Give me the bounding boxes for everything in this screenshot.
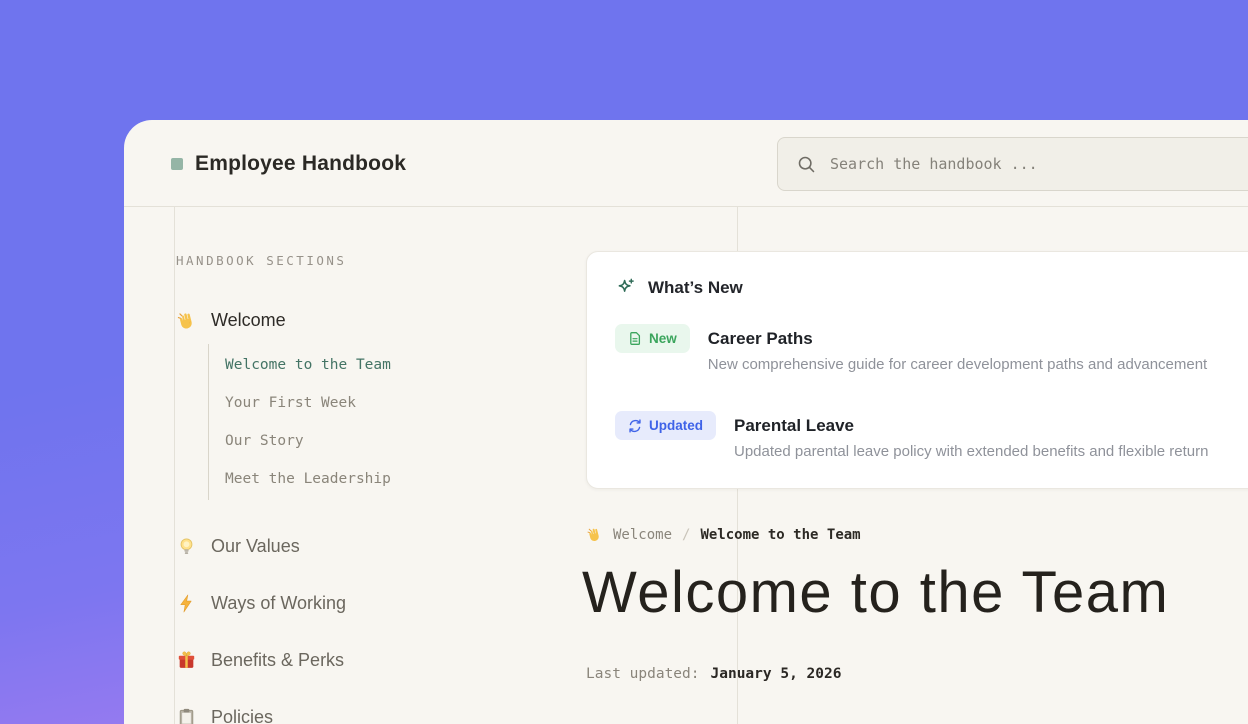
content-area: HANDBOOK SECTIONS Welcome Welcome to the… — [124, 207, 1248, 724]
clipboard-emoji-icon — [176, 707, 197, 724]
page-title: Welcome to the Team — [582, 559, 1169, 626]
lightbulb-emoji-icon — [176, 536, 197, 557]
wave-emoji-icon — [176, 310, 197, 331]
search-icon — [796, 154, 817, 175]
last-updated: Last updated: January 5, 2026 — [586, 666, 841, 682]
search-input[interactable] — [830, 155, 1248, 173]
breadcrumb-page: Welcome to the Team — [700, 527, 860, 543]
sidebar-item-label: Our Values — [211, 536, 300, 557]
whats-new-item[interactable]: Updated Parental Leave Updated parental … — [615, 411, 1248, 460]
gift-emoji-icon — [176, 650, 197, 671]
brand-square-icon — [171, 158, 183, 170]
badge-label: Updated — [649, 418, 703, 433]
whats-new-item-text: Career Paths New comprehensive guide for… — [708, 324, 1207, 373]
whats-new-item-title: Career Paths — [708, 324, 1207, 353]
sidebar-item-label: Benefits & Perks — [211, 650, 344, 671]
brand: Employee Handbook — [171, 120, 406, 207]
search-box[interactable] — [777, 137, 1248, 191]
app-title: Employee Handbook — [195, 152, 406, 176]
last-updated-label: Last updated: — [586, 666, 700, 682]
breadcrumb-separator: / — [682, 527, 690, 543]
sidebar-item-label: Ways of Working — [211, 593, 346, 614]
wave-emoji-icon — [586, 526, 603, 543]
whats-new-item-description: New comprehensive guide for career devel… — [708, 356, 1207, 373]
sidebar-item-label: Welcome — [211, 310, 286, 331]
whats-new-item-description: Updated parental leave policy with exten… — [734, 443, 1208, 460]
whats-new-title: What’s New — [648, 278, 743, 298]
app-window: Employee Handbook HANDBOOK SECTIONS — [124, 120, 1248, 724]
sidebar-item-policies[interactable]: Policies — [176, 707, 737, 724]
document-icon — [628, 331, 642, 346]
breadcrumb: Welcome / Welcome to the Team — [586, 526, 861, 543]
whats-new-item-title: Parental Leave — [734, 411, 1208, 440]
whats-new-item-text: Parental Leave Updated parental leave po… — [734, 411, 1208, 460]
new-badge: New — [615, 324, 690, 353]
badge-label: New — [649, 331, 677, 346]
lightning-emoji-icon — [176, 593, 197, 614]
sparkle-icon — [615, 277, 636, 298]
refresh-icon — [628, 419, 642, 433]
sidebar-item-label: Policies — [211, 707, 273, 724]
updated-badge: Updated — [615, 411, 716, 440]
app-header: Employee Handbook — [124, 120, 1248, 207]
last-updated-value: January 5, 2026 — [711, 666, 842, 682]
whats-new-card: What’s New New Career Paths New comprehe… — [586, 251, 1248, 489]
breadcrumb-section[interactable]: Welcome — [613, 527, 672, 543]
whats-new-header: What’s New — [615, 277, 1248, 298]
whats-new-item[interactable]: New Career Paths New comprehensive guide… — [615, 324, 1248, 373]
